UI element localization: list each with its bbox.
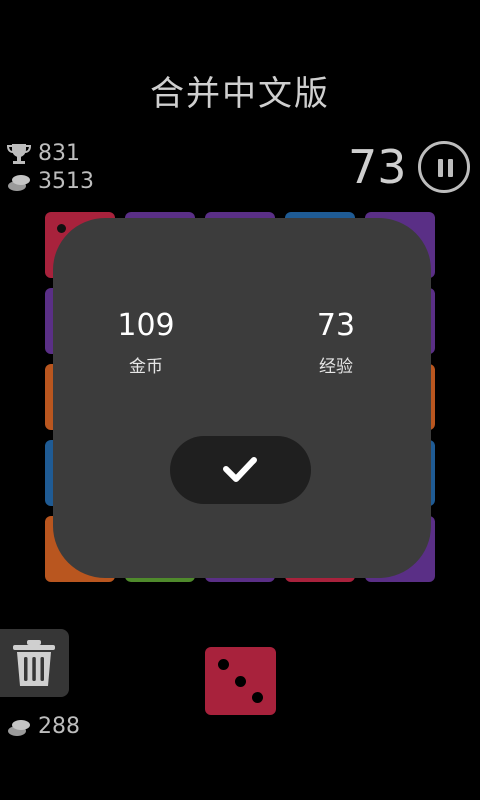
trophy-icon	[6, 142, 32, 166]
dice-pip	[252, 692, 263, 703]
best-score-stat: 831	[6, 141, 80, 166]
coin-stack-icon	[6, 716, 32, 738]
confirm-button[interactable]	[170, 436, 311, 504]
coins-earned-value: 109	[117, 308, 175, 343]
trash-button[interactable]	[0, 629, 69, 697]
bottom-coins-value: 288	[38, 714, 80, 739]
pause-icon	[438, 159, 443, 177]
coins-stat: 3513	[6, 169, 94, 194]
coins-value: 3513	[38, 169, 94, 194]
bottom-coins-stat: 288	[6, 714, 80, 739]
exp-earned-label: 经验	[319, 357, 353, 377]
dice-pip	[235, 676, 246, 687]
coins-earned-label: 金币	[129, 357, 163, 377]
dice-icon[interactable]	[205, 647, 276, 715]
result-dialog: 109 金币 73 经验	[53, 218, 431, 578]
current-score: 73	[348, 140, 407, 194]
pause-button[interactable]	[418, 141, 470, 193]
coin-stack-icon	[6, 171, 32, 193]
exp-earned-value: 73	[316, 308, 356, 343]
dice-pip	[218, 659, 229, 670]
tile-dot	[57, 224, 66, 233]
game-title: 合并中文版	[150, 74, 330, 114]
best-score-value: 831	[38, 141, 80, 166]
